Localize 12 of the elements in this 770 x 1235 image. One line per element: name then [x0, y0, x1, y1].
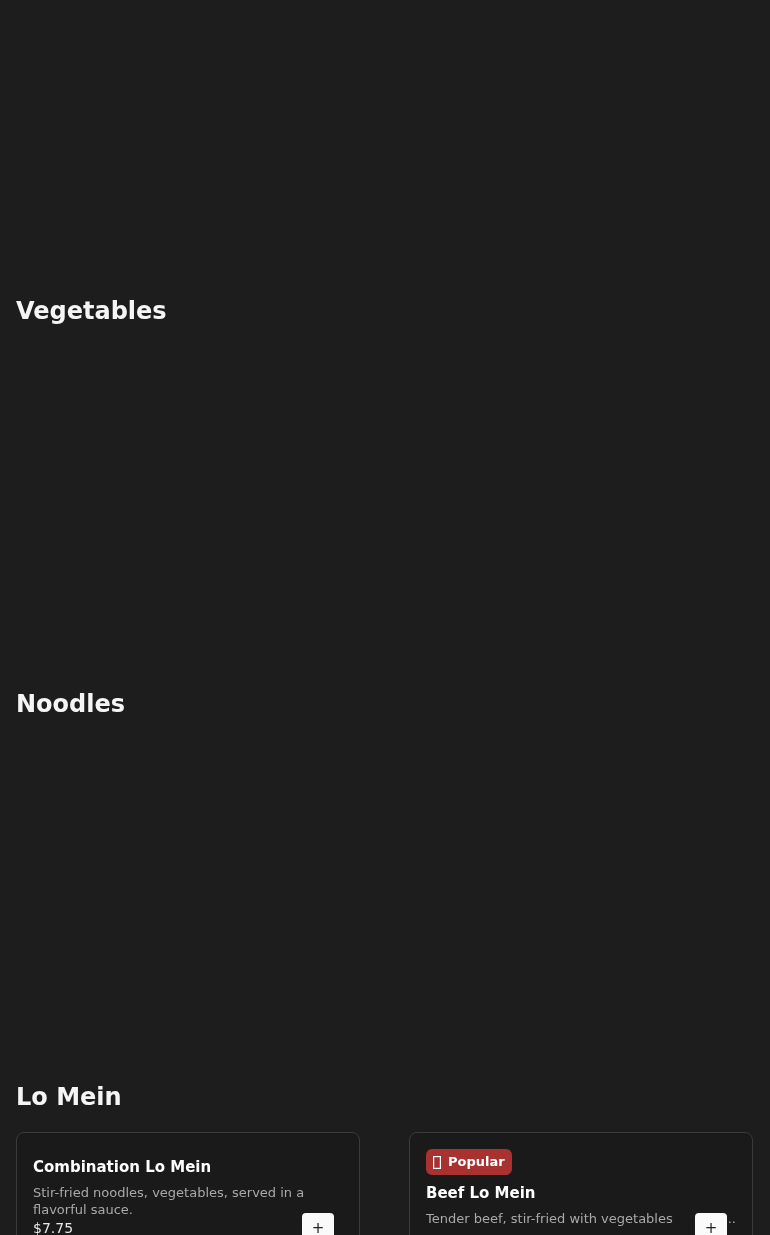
- item-price: $7.75: [33, 1222, 74, 1235]
- glyph-box-icon: [433, 1155, 441, 1169]
- item-name: Combination Lo Mein: [33, 1157, 212, 1177]
- description-ellipsis: ..: [727, 1210, 736, 1227]
- section-heading: Lo Mein: [16, 1082, 122, 1113]
- item-description: Tender beef, stir-fried with vegetables: [426, 1210, 673, 1227]
- badge-label: Popular: [448, 1154, 505, 1170]
- section-heading: Vegetables: [16, 296, 167, 327]
- add-button[interactable]: +: [695, 1213, 727, 1235]
- item-name: Beef Lo Mein: [426, 1183, 536, 1203]
- section-heading: Noodles: [16, 689, 126, 720]
- add-button[interactable]: +: [302, 1213, 334, 1235]
